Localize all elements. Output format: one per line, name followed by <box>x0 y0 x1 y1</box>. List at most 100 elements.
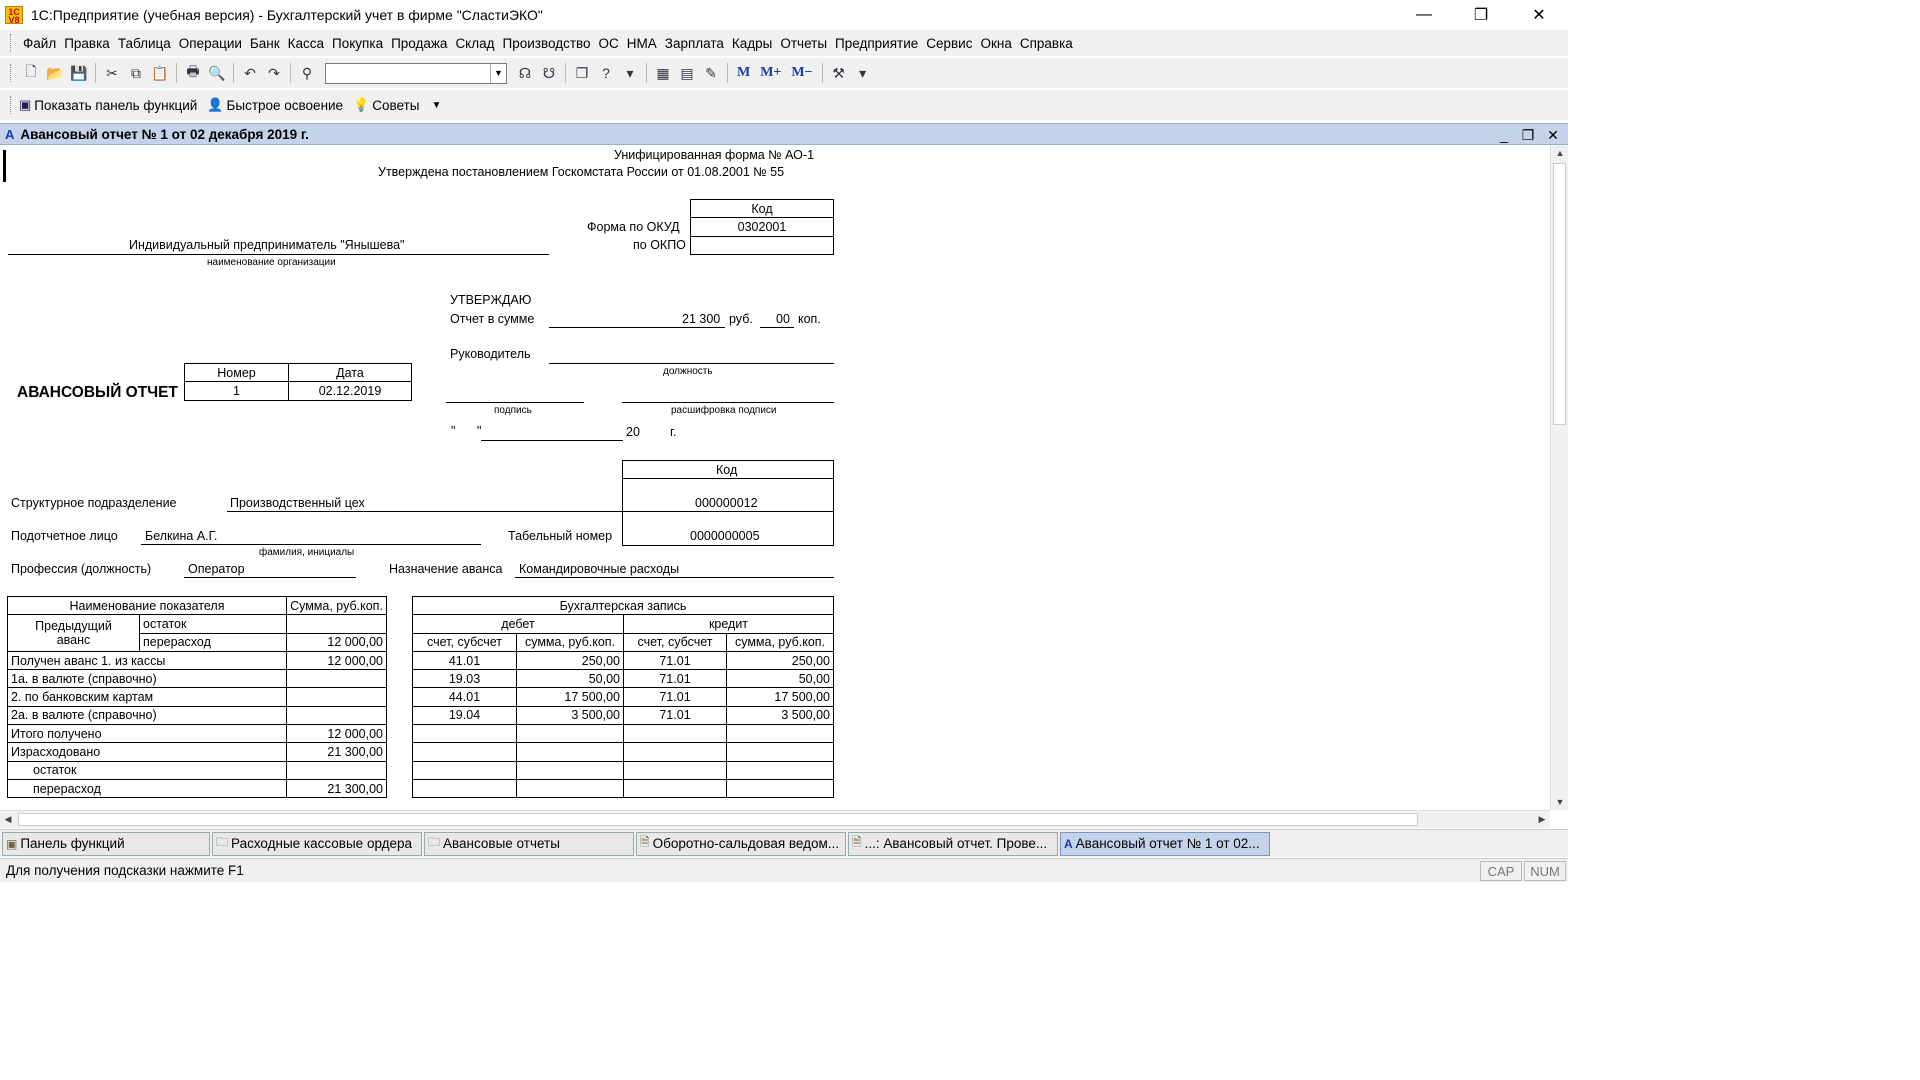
grip-handle[interactable] <box>10 64 13 82</box>
menu-production[interactable]: Производство <box>499 36 595 51</box>
redo-icon[interactable]: ↷ <box>262 62 286 84</box>
organization-name[interactable]: Индивидуальный предприниматель "Янышева" <box>129 238 404 252</box>
debit-account[interactable]: 44.01 <box>412 687 517 707</box>
credit-account[interactable]: 71.01 <box>623 669 727 689</box>
person-value[interactable]: Белкина А.Г. <box>145 529 217 543</box>
tips-button[interactable]: 💡 Советы ▼ <box>353 97 441 113</box>
quick-learn-button[interactable]: 👤 Быстрое освоение <box>207 97 343 113</box>
menu-hr[interactable]: Кадры <box>728 36 776 51</box>
copy-icon[interactable]: ⧉ <box>124 62 148 84</box>
doc-close-button[interactable]: ✕ <box>1541 124 1565 146</box>
menu-windows[interactable]: Окна <box>976 36 1015 51</box>
task-functions-panel[interactable]: ▣ Панель функций <box>2 831 210 856</box>
credit-account[interactable] <box>623 760 727 780</box>
row-sum[interactable] <box>286 705 387 726</box>
menu-nma[interactable]: НМА <box>623 36 661 51</box>
scroll-thumb[interactable] <box>18 813 1418 826</box>
print-icon[interactable]: 🖶 <box>181 62 205 84</box>
credit-sum[interactable] <box>726 778 834 799</box>
menu-operations[interactable]: Операции <box>175 36 246 51</box>
dropdown-icon[interactable]: ▾ <box>851 62 875 84</box>
purpose-value[interactable]: Командировочные расходы <box>519 562 679 576</box>
grip-handle[interactable] <box>10 96 13 114</box>
tab-number[interactable]: 0000000005 <box>690 529 760 543</box>
okud-value[interactable]: 0302001 <box>690 217 834 237</box>
menu-salary[interactable]: Зарплата <box>661 36 728 51</box>
cut-icon[interactable]: ✂ <box>100 62 124 84</box>
open-icon[interactable]: 📂 <box>43 62 67 84</box>
find-next-icon[interactable]: ☊ <box>513 62 537 84</box>
memory-plus-button[interactable]: M+ <box>755 65 786 81</box>
debit-sum[interactable] <box>516 742 624 762</box>
menu-bank[interactable]: Банк <box>246 36 284 51</box>
debit-account[interactable] <box>412 778 517 799</box>
menu-file[interactable]: Файл <box>19 36 60 51</box>
credit-account[interactable]: 71.01 <box>623 650 727 671</box>
debit-sum[interactable] <box>516 760 624 780</box>
credit-account[interactable]: 71.01 <box>623 705 727 726</box>
credit-account[interactable]: 71.01 <box>623 687 727 707</box>
help-icon[interactable]: ? <box>594 62 618 84</box>
minimize-button[interactable]: — <box>1395 0 1453 30</box>
debit-account[interactable] <box>412 724 517 744</box>
chevron-down-icon[interactable]: ▼ <box>432 100 442 111</box>
row-sum[interactable]: 21 300,00 <box>286 778 387 799</box>
dept-code[interactable]: 000000012 <box>695 496 758 510</box>
debit-account[interactable]: 19.04 <box>412 705 517 726</box>
find-icon[interactable]: ⚲ <box>295 62 319 84</box>
row-sum[interactable]: 12 000,00 <box>286 724 387 744</box>
menu-os[interactable]: ОС <box>595 36 623 51</box>
dept-value[interactable]: Производственный цех <box>230 496 365 510</box>
menu-sales[interactable]: Продажа <box>387 36 451 51</box>
rest-sum[interactable] <box>286 614 387 634</box>
calculator-icon[interactable]: ▦ <box>651 62 675 84</box>
credit-sum[interactable] <box>726 742 834 762</box>
profession-value[interactable]: Оператор <box>188 562 245 576</box>
debit-sum[interactable]: 17 500,00 <box>516 687 624 707</box>
overspend-sum[interactable]: 12 000,00 <box>286 632 387 652</box>
kop-value[interactable]: 00 <box>776 312 790 326</box>
row-sum[interactable] <box>286 760 387 780</box>
vertical-scrollbar[interactable]: ▲ ▼ <box>1550 145 1568 810</box>
menu-table[interactable]: Таблица <box>114 36 175 51</box>
credit-sum[interactable]: 17 500,00 <box>726 687 834 707</box>
debit-sum[interactable] <box>516 778 624 799</box>
chevron-down-icon[interactable]: ▼ <box>490 63 506 83</box>
credit-sum[interactable]: 250,00 <box>726 650 834 671</box>
report-date[interactable]: 02.12.2019 <box>288 381 412 401</box>
tools-icon[interactable]: ⚒ <box>827 62 851 84</box>
credit-sum[interactable]: 50,00 <box>726 669 834 689</box>
report-sum[interactable]: 21 300 <box>682 312 720 326</box>
menu-reports[interactable]: Отчеты <box>776 36 831 51</box>
new-document-icon[interactable]: 🗋 <box>19 62 43 84</box>
credit-sum[interactable] <box>726 724 834 744</box>
undo-icon[interactable]: ↶ <box>238 62 262 84</box>
save-icon[interactable]: 💾 <box>67 62 91 84</box>
task-advance-report-1[interactable]: A Авансовый отчет № 1 от 02... <box>1060 831 1270 856</box>
doc-minimize-button[interactable]: _ <box>1492 124 1516 146</box>
menu-purchase[interactable]: Покупка <box>328 36 387 51</box>
credit-account[interactable] <box>623 724 727 744</box>
menu-warehouse[interactable]: Склад <box>451 36 498 51</box>
scroll-down-icon[interactable]: ▼ <box>1551 794 1569 810</box>
debit-account[interactable] <box>412 742 517 762</box>
task-cash-orders[interactable]: 🗀 Расходные кассовые ордера <box>212 831 422 856</box>
debit-sum[interactable]: 50,00 <box>516 669 624 689</box>
menu-edit[interactable]: Правка <box>60 36 114 51</box>
debit-sum[interactable]: 250,00 <box>516 650 624 671</box>
search-combobox[interactable]: ▼ <box>325 62 507 84</box>
paste-icon[interactable]: 📋 <box>148 62 172 84</box>
restore-button[interactable]: ❐ <box>1452 0 1510 30</box>
credit-account[interactable] <box>623 742 727 762</box>
doc-restore-button[interactable]: ❐ <box>1516 124 1540 146</box>
task-advance-reports[interactable]: 🗀 Авансовые отчеты <box>424 831 634 856</box>
menu-cash[interactable]: Касса <box>284 36 328 51</box>
debit-sum[interactable] <box>516 724 624 744</box>
horizontal-scrollbar[interactable]: ◀ ▶ <box>0 810 1550 828</box>
spreadsheet-document[interactable]: Унифицированная форма № АО-1 Утверждена … <box>0 145 1550 810</box>
preview-icon[interactable]: 🔍 <box>205 62 229 84</box>
scroll-left-icon[interactable]: ◀ <box>0 811 16 828</box>
row-sum[interactable]: 12 000,00 <box>286 650 387 671</box>
report-number[interactable]: 1 <box>184 381 289 401</box>
grip-handle[interactable] <box>10 34 13 52</box>
